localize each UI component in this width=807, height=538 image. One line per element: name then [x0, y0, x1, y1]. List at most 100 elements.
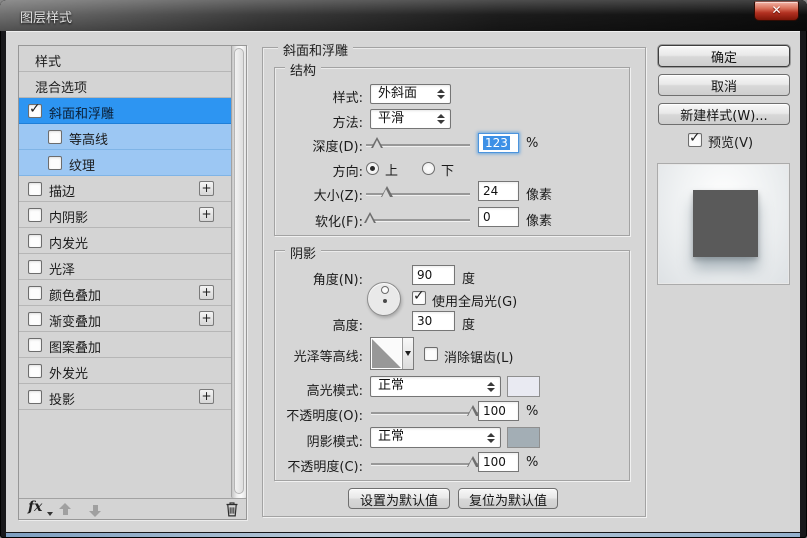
sidebar-item-satin[interactable]: 光泽	[19, 254, 231, 280]
shadow-opacity-value: 100	[483, 455, 506, 469]
slider-thumb[interactable]	[371, 137, 383, 148]
sidebar-item-pattern-overlay[interactable]: 图案叠加	[19, 332, 231, 358]
sidebar-item-bevel-emboss[interactable]: ✓斜面和浮雕	[19, 98, 231, 124]
direction-up-label[interactable]: 上	[385, 160, 398, 179]
angle-dial[interactable]	[367, 282, 401, 316]
item-label: 渐变叠加	[49, 311, 101, 330]
size-value: 24	[483, 184, 498, 198]
item-checkbox[interactable]	[48, 130, 62, 144]
select-arrows-icon	[437, 114, 445, 124]
soften-slider[interactable]	[366, 211, 470, 227]
item-checkbox[interactable]	[28, 234, 42, 248]
add-effect-button[interactable]: +	[199, 311, 214, 326]
size-unit: 像素	[526, 184, 552, 203]
angle-value: 90	[417, 268, 432, 282]
add-effect-button[interactable]: +	[199, 389, 214, 404]
technique-value: 平滑	[378, 111, 404, 126]
angle-input[interactable]: 90	[412, 265, 455, 285]
sidebar-item-inner-glow[interactable]: 内发光	[19, 228, 231, 254]
item-checkbox[interactable]	[48, 156, 62, 170]
shadow-opacity-slider[interactable]	[371, 455, 479, 471]
bevel-style-select[interactable]: 外斜面	[370, 84, 451, 104]
close-button[interactable]: ✕	[754, 1, 799, 21]
soften-label: 软化(F):	[273, 211, 363, 230]
select-arrows-icon	[487, 433, 495, 443]
item-checkbox[interactable]	[28, 260, 42, 274]
size-input[interactable]: 24	[478, 181, 519, 201]
ok-button[interactable]: 确定	[658, 45, 790, 67]
depth-slider[interactable]	[366, 136, 470, 152]
item-checkbox[interactable]	[28, 208, 42, 222]
move-up-icon[interactable]	[59, 503, 72, 517]
global-light-checkbox[interactable]: ✓	[412, 291, 426, 305]
depth-input[interactable]: 123	[478, 133, 519, 153]
item-label: 内阴影	[49, 207, 88, 226]
altitude-input[interactable]: 30	[412, 311, 455, 331]
angle-unit: 度	[462, 268, 475, 287]
add-effect-button[interactable]: +	[199, 181, 214, 196]
shadow-mode-select[interactable]: 正常	[370, 427, 501, 448]
highlight-opacity-input[interactable]: 100	[478, 401, 519, 421]
style-list-scrollbar[interactable]	[231, 46, 246, 498]
contour-dropdown-icon[interactable]	[402, 338, 413, 369]
new-style-button[interactable]: 新建样式(W)...	[658, 103, 790, 125]
direction-up-radio[interactable]	[366, 162, 379, 175]
size-label: 大小(Z):	[273, 185, 363, 204]
sidebar-item-styles[interactable]: 样式	[19, 46, 231, 72]
sidebar-item-contour[interactable]: 等高线	[19, 124, 231, 150]
technique-select[interactable]: 平滑	[370, 109, 451, 129]
check-icon: ✓	[689, 130, 701, 146]
sidebar-item-outer-glow[interactable]: 外发光	[19, 358, 231, 384]
preview-checkbox[interactable]: ✓	[688, 133, 702, 147]
cancel-button[interactable]: 取消	[658, 74, 790, 96]
gloss-contour-picker[interactable]	[370, 337, 414, 370]
sidebar-item-inner-shadow[interactable]: 内阴影 +	[19, 202, 231, 228]
size-slider[interactable]	[366, 185, 470, 201]
slider-thumb[interactable]	[381, 186, 393, 197]
item-checkbox[interactable]	[28, 286, 42, 300]
item-label: 图案叠加	[49, 337, 101, 356]
anti-alias-label[interactable]: 消除锯齿(L)	[444, 347, 513, 366]
sidebar-item-color-overlay[interactable]: 颜色叠加 +	[19, 280, 231, 306]
highlight-mode-value: 正常	[378, 378, 404, 393]
anti-alias-checkbox[interactable]	[424, 347, 438, 361]
slider-thumb[interactable]	[467, 405, 479, 416]
scrollbar-thumb[interactable]	[234, 48, 244, 494]
check-icon: ✓	[29, 101, 41, 117]
slider-thumb[interactable]	[467, 456, 479, 467]
sidebar-item-gradient-overlay[interactable]: 渐变叠加 +	[19, 306, 231, 332]
global-light-label[interactable]: 使用全局光(G)	[432, 291, 517, 310]
slider-thumb[interactable]	[364, 212, 376, 223]
shadow-color-swatch[interactable]	[507, 427, 540, 448]
item-checkbox[interactable]	[28, 182, 42, 196]
depth-unit: %	[526, 136, 538, 151]
item-checkbox[interactable]	[28, 312, 42, 326]
add-effect-button[interactable]: +	[199, 207, 214, 222]
fx-menu-button[interactable]: fx	[28, 499, 42, 515]
sidebar-item-stroke[interactable]: 描边+	[19, 176, 231, 202]
add-effect-button[interactable]: +	[199, 285, 214, 300]
sidebar-item-texture[interactable]: 纹理	[19, 150, 231, 176]
item-checkbox[interactable]: ✓	[28, 104, 42, 118]
title-bar[interactable]: 图层样式 ✕	[0, 0, 807, 31]
preview-label[interactable]: 预览(V)	[708, 132, 753, 151]
highlight-opacity-slider[interactable]	[371, 404, 479, 420]
shadow-opacity-input[interactable]: 100	[478, 452, 519, 472]
sidebar-item-blending-options[interactable]: 混合选项	[19, 72, 231, 98]
soften-input[interactable]: 0	[478, 207, 519, 227]
item-checkbox[interactable]	[28, 338, 42, 352]
style-label: 样式:	[283, 87, 363, 106]
direction-down-radio[interactable]	[422, 162, 435, 175]
move-down-icon[interactable]	[89, 503, 102, 517]
reset-default-button[interactable]: 复位为默认值	[458, 488, 558, 509]
set-default-button[interactable]: 设置为默认值	[348, 488, 450, 509]
delete-style-icon[interactable]	[225, 501, 239, 521]
item-checkbox[interactable]	[28, 390, 42, 404]
item-checkbox[interactable]	[28, 364, 42, 378]
item-label: 颜色叠加	[49, 285, 101, 304]
highlight-color-swatch[interactable]	[507, 376, 540, 397]
sidebar-item-drop-shadow[interactable]: 投影+	[19, 384, 231, 410]
highlight-mode-select[interactable]: 正常	[370, 376, 501, 397]
direction-down-label[interactable]: 下	[441, 160, 454, 179]
preview-square	[693, 190, 758, 257]
